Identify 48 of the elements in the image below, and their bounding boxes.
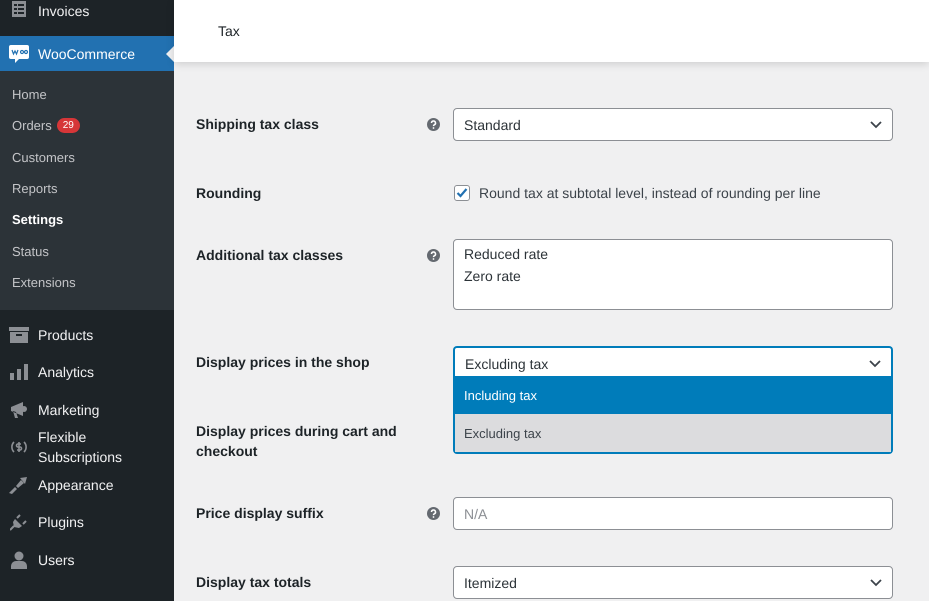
- submenu-item[interactable]: Orders 29: [0, 110, 174, 142]
- menu-item[interactable]: Marketing: [0, 391, 174, 429]
- paintbrush-icon: [9, 476, 29, 494]
- menu-item[interactable]: Appearance: [0, 466, 174, 504]
- text-field[interactable]: N/A: [453, 497, 893, 530]
- setting-label: Shipping tax class: [196, 115, 320, 134]
- submenu-item[interactable]: Extensions: [0, 266, 174, 298]
- dollar-cycle-icon: [10, 439, 28, 456]
- submenu-item[interactable]: Reports: [0, 172, 174, 204]
- chevron-down-icon: [870, 120, 882, 128]
- submenu-item[interactable]: Settings: [0, 204, 174, 236]
- checkbox-label: Round tax at subtotal level, instead of rounding per line: [479, 184, 821, 203]
- user-icon: [11, 550, 27, 569]
- setting-label: Additional tax classes: [196, 246, 344, 265]
- setting-label: Display tax totals: [196, 573, 312, 592]
- dropdown-option[interactable]: Excluding tax: [455, 414, 891, 452]
- bar-chart-icon: [10, 364, 28, 380]
- help-icon[interactable]: [427, 507, 440, 520]
- submenu-item[interactable]: Status: [0, 235, 174, 267]
- setting-label: Rounding: [196, 184, 262, 203]
- menu-item[interactable]: Flexible Subscriptions: [0, 428, 174, 466]
- plug-icon: [10, 513, 28, 532]
- count-badge: 29: [56, 118, 80, 134]
- submenu-item[interactable]: Customers: [0, 142, 174, 173]
- box-icon: [9, 326, 29, 343]
- checkbox[interactable]: [454, 185, 470, 201]
- select-field[interactable]: Excluding tax: [453, 346, 893, 379]
- help-icon[interactable]: [427, 249, 440, 262]
- menu-item[interactable]: Analytics: [0, 354, 174, 392]
- woo-logo-icon: [8, 44, 30, 64]
- menu-item[interactable]: Users: [0, 541, 174, 579]
- select-field[interactable]: Itemized: [453, 566, 893, 599]
- submenu-item[interactable]: Home: [0, 79, 174, 110]
- menu-item[interactable]: Plugins: [0, 504, 174, 542]
- textarea-field[interactable]: Reduced rate Zero rate: [453, 239, 893, 310]
- setting-label: Display prices during cart and checkout: [196, 422, 398, 461]
- chevron-down-icon: [870, 578, 882, 586]
- menu-item[interactable]: Products: [0, 316, 174, 354]
- setting-label: Display prices in the shop: [196, 353, 370, 372]
- menu-item[interactable]: Invoices: [0, 0, 174, 36]
- help-icon[interactable]: [427, 118, 440, 131]
- dropdown-option[interactable]: Including tax: [455, 376, 891, 414]
- megaphone-icon: [9, 400, 29, 419]
- select-field[interactable]: Standard: [453, 108, 893, 141]
- setting-label: Price display suffix: [196, 504, 325, 523]
- menu-item[interactable]: WooCommerce: [0, 36, 174, 71]
- chevron-down-icon: [869, 360, 881, 368]
- page-title: Tax: [218, 23, 240, 39]
